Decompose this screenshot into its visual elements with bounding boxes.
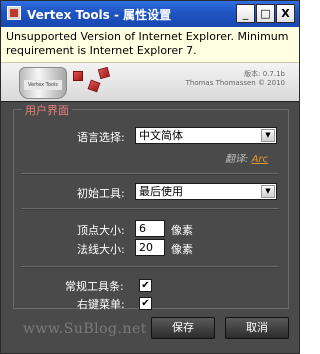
language-label: 语言选择: (77, 131, 125, 144)
minimize-button[interactable]: _ (236, 4, 255, 23)
dropdown-arrow-icon[interactable]: ▼ (261, 129, 275, 142)
normal-size-input[interactable]: 20 (135, 239, 165, 256)
translator-link[interactable]: Arc (252, 154, 268, 165)
language-select-value: 中文简体 (139, 129, 183, 142)
title-bar[interactable]: Vertex Tools - 属性设置 _ □ X (1, 1, 299, 27)
section-divider (21, 266, 279, 268)
toolbar-label: 常规工具条: (65, 280, 124, 293)
language-select[interactable]: 中文简体 ▼ (135, 127, 277, 144)
window-title: Vertex Tools - 属性设置 (27, 8, 172, 22)
initial-tool-select-value: 最后使用 (139, 185, 183, 198)
product-jar-image: Vertex Tools (19, 67, 67, 99)
cancel-button[interactable]: 取消 (225, 317, 289, 339)
translator-credit: 翻译: Arc (225, 150, 268, 165)
header-banner: Vertex Tools 版本: 0.7.1b Thomas Thomassen… (1, 63, 299, 102)
group-legend: 用户界面 (22, 102, 72, 118)
section-divider (21, 208, 279, 210)
save-button[interactable]: 保存 (151, 317, 215, 339)
watermark-text: www.SuBlog.net (23, 321, 147, 337)
author-text: Thomas Thomassen © 2010 (185, 79, 285, 87)
initial-tool-select[interactable]: 最后使用 ▼ (135, 183, 277, 200)
browser-warning-text: Unsupported Version of Internet Explorer… (6, 30, 289, 57)
close-button[interactable]: X (276, 4, 295, 23)
maximize-button[interactable]: □ (256, 4, 275, 23)
initial-tool-label: 初始工具: (77, 187, 125, 200)
red-cube-icon (87, 79, 101, 93)
toolbar-checkbox[interactable]: ✔ (139, 279, 152, 292)
app-icon (7, 6, 21, 20)
translator-prefix: 翻译: (225, 154, 249, 165)
vertex-size-input[interactable]: 6 (135, 220, 165, 237)
red-cube-icon (97, 66, 111, 80)
browser-warning-bar: Unsupported Version of Internet Explorer… (1, 27, 299, 63)
vertex-size-label: 顶点大小: (77, 224, 125, 237)
jar-label: Vertex Tools (24, 80, 62, 90)
dropdown-arrow-icon[interactable]: ▼ (261, 185, 275, 198)
vertex-size-unit: 像素 (171, 224, 193, 237)
version-text: 版本: 0.7.1b (244, 70, 285, 78)
context-menu-checkbox[interactable]: ✔ (139, 297, 152, 310)
normal-size-label: 法线大小: (77, 243, 125, 256)
normal-size-unit: 像素 (171, 243, 193, 256)
context-menu-label: 右键菜单: (77, 298, 125, 311)
red-cube-icon (73, 71, 83, 81)
settings-window: Vertex Tools - 属性设置 _ □ X Unsupported Ve… (0, 0, 300, 354)
section-divider (21, 173, 279, 175)
